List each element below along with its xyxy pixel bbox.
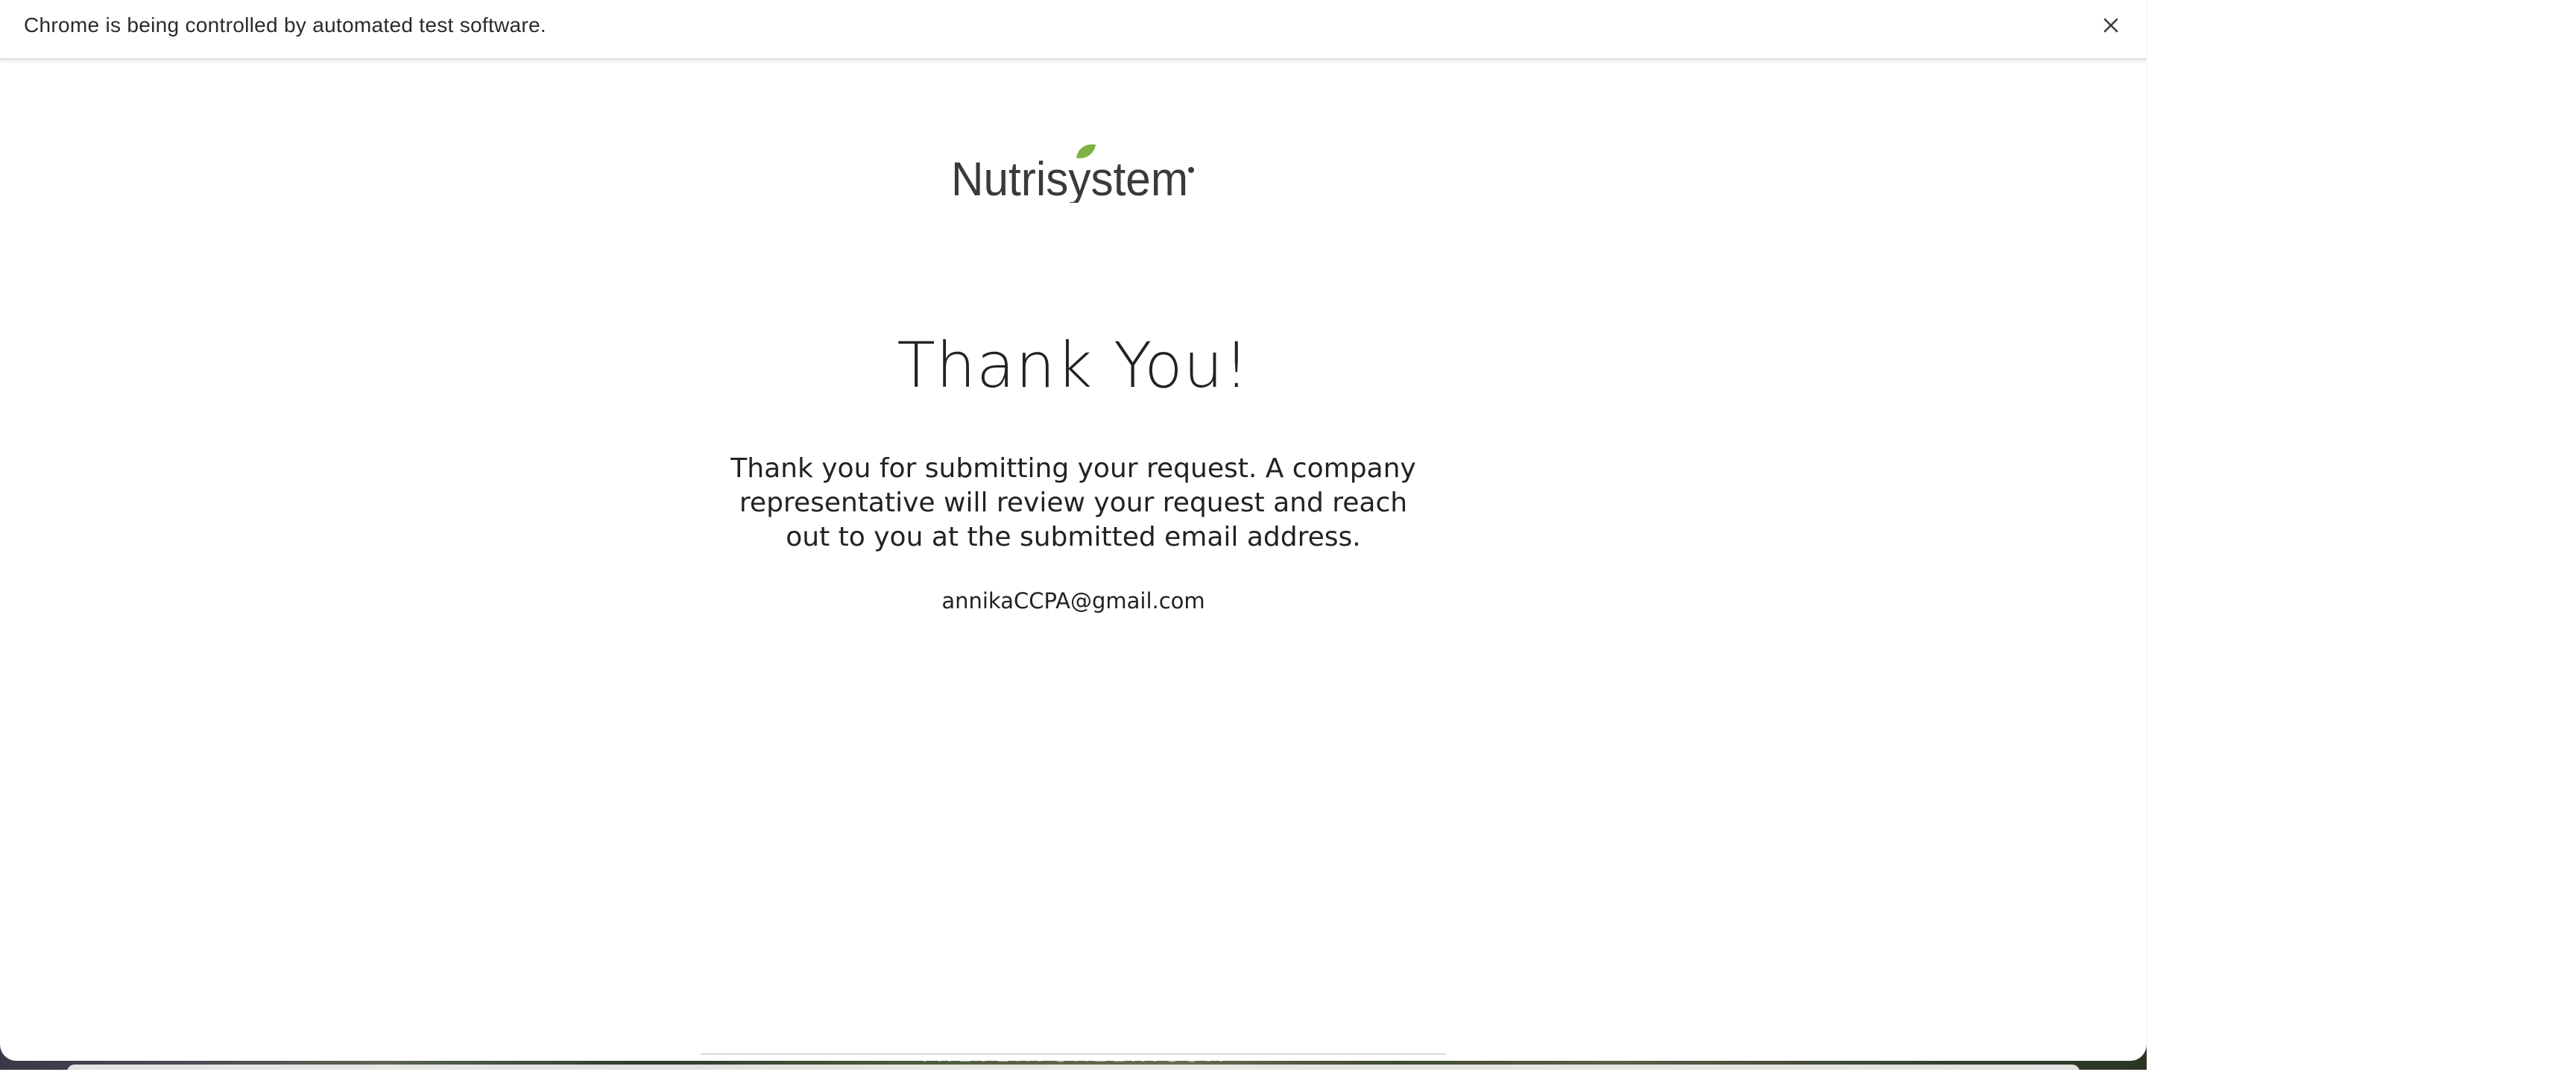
infobar-message: Chrome is being controlled by automated … bbox=[24, 13, 546, 37]
page-title: Thank You! bbox=[897, 329, 1250, 402]
wallpaper-edge bbox=[67, 1065, 2080, 1072]
submitted-email: annikaCCPA@gmail.com bbox=[941, 588, 1205, 614]
divider bbox=[701, 1053, 1446, 1055]
brand-logo[interactable]: Nutrisystem bbox=[951, 143, 1197, 206]
automation-infobar: Chrome is being controlled by automated … bbox=[0, 0, 2147, 60]
confirmation-message: Thank you for submitting your request. A… bbox=[730, 453, 1416, 552]
close-icon[interactable] bbox=[2096, 10, 2126, 40]
logo-text: Nutrisystem bbox=[951, 152, 1188, 203]
browser-window: Chrome is being controlled by automated … bbox=[0, 0, 2147, 1061]
page-content: Nutrisystem Thank You! Thank you for sub… bbox=[0, 60, 2147, 1055]
